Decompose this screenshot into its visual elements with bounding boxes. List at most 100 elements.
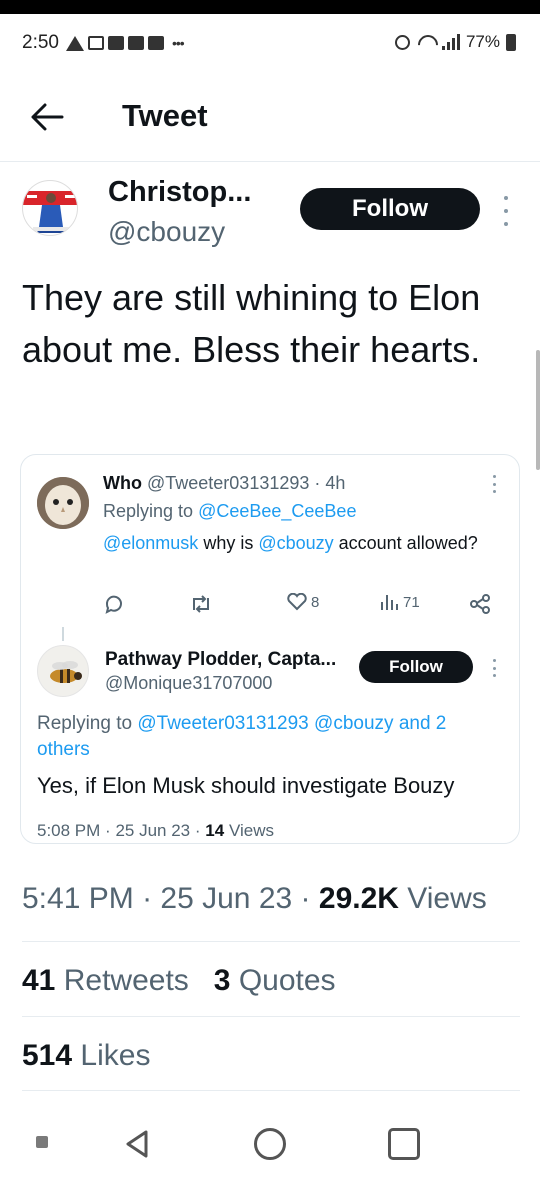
more-options-icon[interactable] bbox=[501, 196, 511, 226]
back-arrow-icon[interactable] bbox=[30, 102, 64, 132]
tweet-time: 5:41 PM bbox=[22, 882, 134, 915]
avatar-image bbox=[23, 191, 77, 233]
separator-dot: · bbox=[105, 821, 111, 840]
status-right: 77% bbox=[394, 32, 516, 52]
share-action[interactable] bbox=[469, 593, 491, 615]
retweets-link[interactable]: 41 Retweets bbox=[22, 964, 189, 997]
page-title: Tweet bbox=[122, 98, 208, 133]
retweet-quote-stats: 41 Retweets 3 Quotes bbox=[22, 964, 336, 998]
views-count: 29.2K bbox=[318, 882, 399, 915]
avatar[interactable] bbox=[22, 180, 78, 236]
quoted-action-bar: 8 71 bbox=[103, 593, 503, 617]
more-options-icon[interactable] bbox=[491, 475, 497, 493]
reply-icon bbox=[105, 595, 122, 614]
reply-author-handle[interactable]: @Monique31707000 bbox=[105, 673, 272, 694]
owl-image bbox=[37, 477, 89, 529]
likes-stats: 514 Likes bbox=[22, 1039, 150, 1073]
embedded-thread-card[interactable]: Who @Tweeter03131293 · 4h Replying to @C… bbox=[20, 454, 520, 844]
tweet-text: They are still whining to Elon about me.… bbox=[22, 277, 481, 370]
replying-prefix: Replying to bbox=[37, 713, 133, 734]
nav-back-icon[interactable] bbox=[120, 1126, 156, 1162]
battery-icon bbox=[506, 33, 516, 51]
views-icon bbox=[381, 595, 398, 610]
like-count: 8 bbox=[311, 593, 320, 611]
more-options-icon[interactable] bbox=[491, 659, 497, 677]
wifi-icon bbox=[416, 35, 436, 49]
separator-dot: · bbox=[194, 821, 201, 840]
divider bbox=[22, 1016, 520, 1017]
likes-count: 514 bbox=[22, 1039, 73, 1072]
reply-text: Yes, if Elon Musk should investigate Bou… bbox=[37, 773, 455, 798]
app-header: Tweet bbox=[0, 74, 540, 162]
quoted-replying-to: Replying to @CeeBee_CeeBee bbox=[103, 501, 356, 522]
status-bar: 2:50 ••• 77% bbox=[0, 14, 540, 74]
mention-link[interactable]: @Tweeter03131293 bbox=[137, 713, 308, 734]
notification-icons: ••• bbox=[66, 35, 185, 51]
author-name[interactable]: Christop... bbox=[108, 176, 251, 209]
follow-button[interactable]: Follow bbox=[300, 188, 480, 230]
reply-action[interactable] bbox=[103, 593, 125, 615]
status-time: 2:50 bbox=[22, 32, 59, 53]
divider bbox=[22, 1090, 520, 1091]
reply-author-name[interactable]: Pathway Plodder, Capta... bbox=[105, 649, 336, 671]
system-nav-bar bbox=[0, 1104, 540, 1200]
views-label[interactable]: Views bbox=[407, 882, 486, 915]
signal-icon bbox=[441, 34, 460, 50]
heart-icon bbox=[287, 593, 307, 611]
phone-bezel bbox=[0, 0, 540, 14]
bee-image bbox=[50, 661, 82, 683]
share-icon bbox=[470, 594, 490, 614]
quoted-header: Who @Tweeter03131293 · 4h bbox=[103, 473, 345, 494]
thread-connector bbox=[62, 627, 64, 641]
reply-date: 25 Jun 23 bbox=[115, 821, 191, 840]
reply-views-count: 14 bbox=[205, 821, 225, 840]
warning-icon bbox=[66, 35, 84, 51]
retweet-action[interactable] bbox=[189, 593, 213, 615]
quoted-author-handle[interactable]: @Tweeter03131293 bbox=[147, 473, 309, 493]
mention-link[interactable]: @cbouzy bbox=[314, 713, 394, 734]
tweet-date: 25 Jun 23 bbox=[160, 882, 293, 915]
separator-dot: · bbox=[314, 473, 321, 493]
mention-link[interactable]: @elonmusk bbox=[103, 533, 198, 553]
avatar[interactable] bbox=[37, 477, 89, 529]
reply-meta: 5:08 PM · 25 Jun 23 · 14 Views bbox=[37, 821, 274, 841]
quotes-label: Quotes bbox=[238, 964, 336, 997]
quoted-author-name[interactable]: Who bbox=[103, 473, 142, 493]
avatar[interactable] bbox=[37, 645, 89, 697]
like-action[interactable]: 8 bbox=[287, 593, 319, 611]
likes-link[interactable]: 514 Likes bbox=[22, 1039, 150, 1072]
alarm-icon bbox=[394, 34, 410, 50]
notification-icon bbox=[128, 36, 144, 50]
more-notifications-icon: ••• bbox=[172, 35, 185, 51]
likes-label: Likes bbox=[80, 1039, 151, 1072]
notification-icon bbox=[108, 36, 124, 50]
retweets-label: Retweets bbox=[63, 964, 189, 997]
scrollbar[interactable] bbox=[536, 350, 540, 470]
notification-icon bbox=[88, 36, 104, 50]
views-count: 71 bbox=[403, 593, 420, 611]
retweet-icon bbox=[193, 595, 209, 613]
author-handle[interactable]: @cbouzy bbox=[108, 216, 225, 248]
reply-views-label: Views bbox=[228, 821, 274, 840]
mention-link[interactable]: @CeeBee_CeeBee bbox=[198, 501, 356, 521]
replying-prefix: Replying to bbox=[103, 501, 194, 521]
tweet-meta: 5:41 PM · 25 Jun 23 · 29.2K Views bbox=[22, 882, 487, 916]
notification-icon bbox=[148, 36, 164, 50]
quotes-link[interactable]: 3 Quotes bbox=[214, 964, 336, 997]
views-action[interactable]: 71 bbox=[379, 593, 420, 611]
follow-button[interactable]: Follow bbox=[359, 651, 473, 683]
retweets-count: 41 bbox=[22, 964, 56, 997]
divider bbox=[22, 941, 520, 942]
separator-dot: · bbox=[142, 882, 153, 915]
mention-link[interactable]: @cbouzy bbox=[258, 533, 333, 553]
quoted-text: @elonmusk why is @cbouzy account allowed… bbox=[103, 529, 503, 557]
quoted-text-part: account allowed? bbox=[333, 533, 478, 553]
battery-percent: 77% bbox=[465, 32, 500, 51]
quoted-text-part: why is bbox=[198, 533, 259, 553]
nav-home-icon[interactable] bbox=[254, 1128, 286, 1160]
nav-dot-icon[interactable] bbox=[36, 1136, 48, 1148]
quotes-count: 3 bbox=[213, 964, 231, 997]
nav-recents-icon[interactable] bbox=[388, 1128, 420, 1160]
reply-replying-to: Replying to @Tweeter03131293 @cbouzy and… bbox=[37, 711, 497, 763]
reply-time: 5:08 PM bbox=[37, 821, 101, 840]
